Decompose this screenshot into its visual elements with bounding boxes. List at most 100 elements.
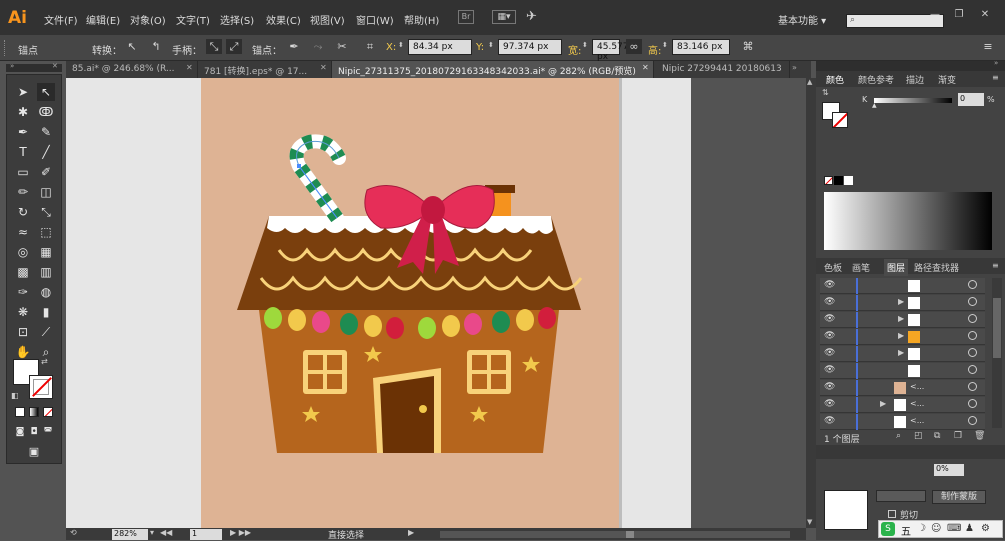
layer-row[interactable]: 👁 ▶: [820, 295, 985, 311]
layer-target-icon[interactable]: [968, 348, 977, 357]
k-value-field[interactable]: 0: [958, 93, 984, 106]
expand-arrow-icon[interactable]: ▶: [898, 348, 904, 357]
x-field[interactable]: 84.34 px: [408, 39, 472, 55]
tab-brushes[interactable]: 画笔: [852, 261, 870, 274]
width-tool-icon[interactable]: ≈: [14, 223, 32, 241]
scale-tool-icon[interactable]: ⤡: [37, 203, 55, 221]
visibility-eye-icon[interactable]: 👁: [824, 416, 835, 426]
layer-target-icon[interactable]: [968, 314, 977, 323]
horizontal-scrollbar[interactable]: [440, 531, 790, 538]
hide-handles-icon[interactable]: ⤢: [226, 39, 242, 54]
bridge-icon[interactable]: Br: [458, 10, 474, 24]
workspace-switcher[interactable]: 基本功能 ▾: [778, 12, 826, 27]
layer-target-icon[interactable]: [968, 365, 977, 374]
menu-window[interactable]: 窗口(W): [356, 12, 394, 27]
delete-layer-icon[interactable]: 🗑: [974, 431, 985, 441]
new-sublayer-icon[interactable]: ⧉: [934, 431, 940, 441]
pen-tool-icon[interactable]: ✒: [14, 123, 32, 141]
mesh-tool-icon[interactable]: ▩: [14, 263, 32, 281]
tabs-overflow-icon[interactable]: »: [792, 63, 797, 72]
paintbrush-icon[interactable]: ✐: [37, 163, 55, 181]
new-layer-icon[interactable]: ❐: [954, 431, 962, 441]
width-stepper-icon[interactable]: ⬍: [582, 41, 588, 49]
screen-mode-icon[interactable]: ▣: [25, 443, 43, 461]
ime-punctuation-icon[interactable]: ☽: [917, 523, 926, 534]
width-field[interactable]: 45.577 px: [592, 39, 629, 62]
y-stepper-icon[interactable]: ⬍: [488, 41, 494, 49]
white-swatch[interactable]: [844, 176, 853, 185]
close-panel-icon[interactable]: ✕: [52, 62, 58, 70]
swap-colors-icon[interactable]: ⇄: [41, 357, 48, 366]
menu-help[interactable]: 帮助(H): [404, 12, 439, 27]
line-tool-icon[interactable]: ╱: [37, 143, 55, 161]
k-slider[interactable]: ▲: [872, 98, 952, 109]
gradient-mode-icon[interactable]: [29, 407, 39, 417]
tab-color[interactable]: 颜色: [826, 73, 844, 86]
make-clipping-mask-icon[interactable]: ◰: [914, 431, 923, 441]
visibility-eye-icon[interactable]: 👁: [824, 382, 835, 392]
layer-target-icon[interactable]: [968, 416, 977, 425]
visibility-eye-icon[interactable]: 👁: [824, 348, 835, 358]
vertical-scrollbar[interactable]: ▲ ▼: [806, 78, 816, 528]
menu-file[interactable]: 文件(F): [44, 12, 78, 27]
gradient-tool-icon[interactable]: ▥: [37, 263, 55, 281]
panel-stroke-swatch[interactable]: [832, 112, 848, 128]
layer-target-icon[interactable]: [968, 382, 977, 391]
black-swatch[interactable]: [834, 176, 843, 185]
zoom-field[interactable]: 282%: [112, 529, 148, 540]
visibility-eye-icon[interactable]: 👁: [824, 314, 835, 324]
control-menu-icon[interactable]: ≡: [980, 39, 996, 54]
layer-target-icon[interactable]: [968, 399, 977, 408]
visibility-eye-icon[interactable]: 👁: [824, 365, 835, 375]
menu-select[interactable]: 选择(S): [220, 12, 254, 27]
tab-color-guide[interactable]: 颜色参考: [858, 73, 894, 86]
connect-anchor-icon[interactable]: ⤳: [310, 39, 326, 54]
free-transform-icon[interactable]: ⬚: [37, 223, 55, 241]
scroll-up-icon[interactable]: ▲: [807, 78, 812, 86]
doc-tab-active[interactable]: Nipic_27311375_20180729163348342033.ai* …: [332, 61, 654, 78]
column-graph-icon[interactable]: ▮: [37, 303, 55, 321]
stroke-swatch[interactable]: [29, 375, 53, 399]
tab-close-icon-3[interactable]: ✕: [642, 63, 649, 72]
gpu-performance-icon[interactable]: ✈: [526, 9, 537, 24]
mask-thumbnail[interactable]: [876, 490, 926, 502]
prev-artboard-icon[interactable]: ◀◀: [160, 528, 172, 537]
scroll-thumb[interactable]: [626, 531, 634, 538]
layer-target-icon[interactable]: [968, 331, 977, 340]
dock-collapse-icon[interactable]: »: [994, 59, 998, 67]
ime-keyboard-icon[interactable]: ⌨: [947, 523, 961, 534]
remove-anchor-icon[interactable]: ✒: [286, 39, 302, 54]
curvature-tool-icon[interactable]: ✎: [37, 123, 55, 141]
tab-swatches[interactable]: 色板: [824, 261, 842, 274]
tab-close-icon-2[interactable]: ✕: [320, 63, 327, 72]
menu-view[interactable]: 视图(V): [310, 12, 345, 27]
swap-fill-stroke-icon[interactable]: ⇅: [822, 88, 829, 97]
collapse-icon[interactable]: »: [10, 62, 14, 70]
slice-tool-icon[interactable]: ⟋: [37, 323, 55, 341]
convert-to-corner-icon[interactable]: ↖: [124, 39, 140, 54]
tab-gradient[interactable]: 渐变: [938, 73, 956, 86]
transform-icon[interactable]: ⌘: [740, 39, 756, 54]
layer-row[interactable]: 👁 ▶: [820, 329, 985, 345]
color-panel-menu-icon[interactable]: ≡: [992, 73, 999, 82]
expand-arrow-icon[interactable]: ▶: [898, 314, 904, 323]
tab-layers[interactable]: 图层: [884, 259, 909, 276]
status-menu-icon[interactable]: ▶: [408, 528, 414, 537]
convert-to-smooth-icon[interactable]: ↰: [148, 39, 164, 54]
symbol-sprayer-icon[interactable]: ❋: [14, 303, 32, 321]
height-stepper-icon[interactable]: ⬍: [662, 41, 668, 49]
visibility-eye-icon[interactable]: 👁: [824, 331, 835, 341]
layers-scroll-thumb[interactable]: [993, 298, 1001, 358]
blend-tool-icon[interactable]: ◍: [37, 283, 55, 301]
ime-mode-icon[interactable]: 五: [901, 523, 911, 538]
visibility-eye-icon[interactable]: 👁: [824, 280, 835, 290]
artboard[interactable]: [201, 78, 619, 528]
menu-effect[interactable]: 效果(C): [266, 12, 301, 27]
lasso-icon[interactable]: ↂ: [37, 103, 55, 121]
isolate-icon[interactable]: ⌗: [362, 39, 378, 54]
canvas-area[interactable]: [66, 78, 806, 528]
layer-row[interactable]: 👁: [820, 363, 985, 379]
close-icon[interactable]: ✕: [974, 9, 996, 23]
layers-panel-menu-icon[interactable]: ≡: [992, 261, 999, 270]
opacity-field[interactable]: 0%: [934, 464, 964, 476]
